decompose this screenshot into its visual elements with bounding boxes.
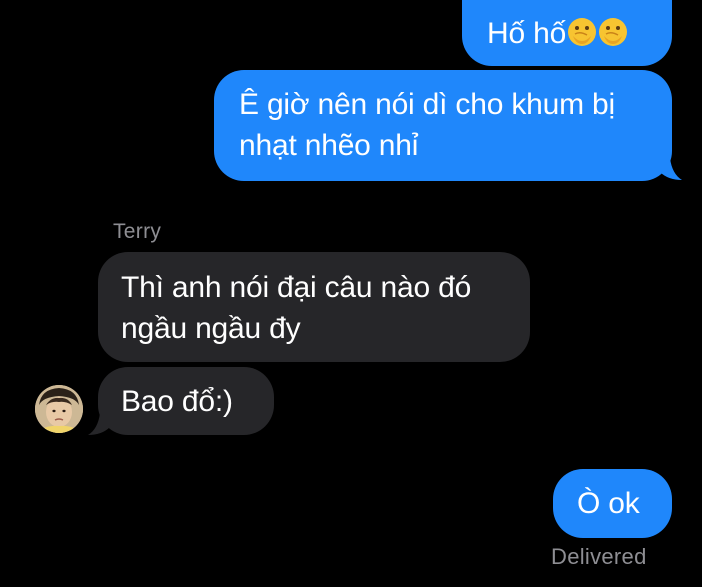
outgoing-message-bubble[interactable]: Hố hố (462, 0, 672, 66)
message-text-line: Thì anh nói đại câu nào đó (121, 271, 472, 304)
outgoing-message-bubble[interactable]: Ò ok (553, 469, 672, 538)
outgoing-message-bubble[interactable]: Ê giờ nên nói dì cho khum bị nhạt nhẽo n… (214, 70, 672, 181)
face-with-hand-over-mouth-icon (567, 17, 597, 47)
face-with-hand-over-mouth-icon (598, 17, 628, 47)
sender-name: Terry (113, 220, 162, 243)
chat-screen: { "conversation": { "messages": [ {"dire… (0, 0, 702, 587)
message-text: Hố hố (487, 17, 567, 50)
incoming-message-bubble[interactable]: Bao đổ:) (98, 367, 274, 435)
message-text-line: Ê giờ nên nói dì cho khum bị (239, 88, 615, 121)
delivery-status: Delivered (551, 544, 647, 569)
incoming-bubble-tail (88, 413, 110, 435)
incoming-message-bubble[interactable]: Thì anh nói đại câu nào đó ngầu ngầu đy (98, 252, 530, 362)
message-text-line: nhạt nhẽo nhỉ (239, 129, 419, 162)
outgoing-bubble-tail (660, 158, 682, 180)
message-text-line: ngầu ngầu đy (121, 312, 301, 345)
message-text: Bao đổ:) (121, 385, 233, 418)
message-text: Ò ok (577, 487, 640, 520)
contact-avatar[interactable] (35, 385, 83, 433)
